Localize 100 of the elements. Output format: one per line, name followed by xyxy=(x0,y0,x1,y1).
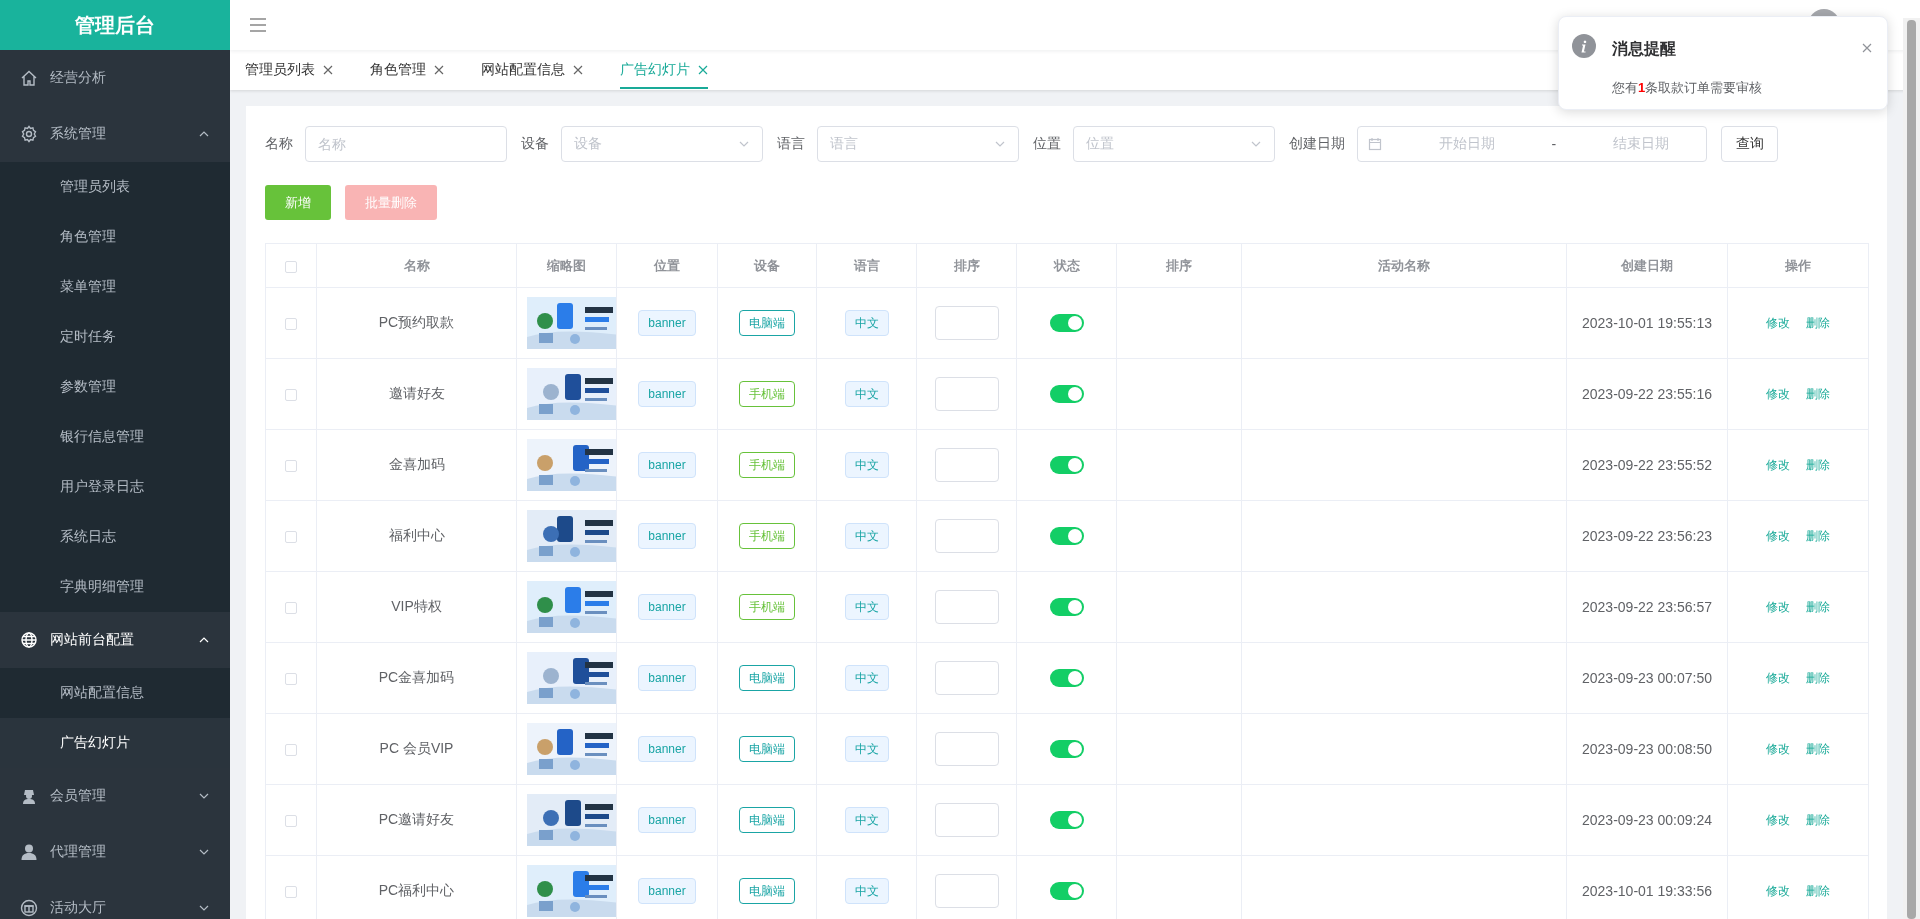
table-cell: 2023-09-22 23:56:57 xyxy=(1582,599,1712,615)
table-cell: PC金喜加码 xyxy=(378,669,455,685)
status-switch[interactable] xyxy=(1049,740,1084,759)
submenu-item[interactable]: 银行信息管理 xyxy=(0,412,230,462)
select-field[interactable]: 位置 xyxy=(1073,126,1275,162)
sort-input[interactable] xyxy=(934,732,999,766)
select-field[interactable]: 设备 xyxy=(561,126,763,162)
edit-link[interactable]: 修改 xyxy=(1766,742,1790,756)
delete-link[interactable]: 删除 xyxy=(1806,813,1830,827)
menu-item[interactable]: 代理管理 xyxy=(0,824,230,880)
submenu-item[interactable]: 角色管理 xyxy=(0,212,230,262)
sort-input[interactable] xyxy=(934,448,999,482)
submenu-item[interactable]: 网站配置信息 xyxy=(0,668,230,718)
submenu-item[interactable]: 用户登录日志 xyxy=(0,462,230,512)
submenu-item[interactable]: 广告幻灯片 xyxy=(0,718,230,768)
tab[interactable]: 角色管理 xyxy=(355,50,466,90)
edit-link[interactable]: 修改 xyxy=(1766,671,1790,685)
delete-link[interactable]: 删除 xyxy=(1806,884,1830,898)
edit-link[interactable]: 修改 xyxy=(1766,458,1790,472)
delete-link[interactable]: 删除 xyxy=(1806,529,1830,543)
edit-link[interactable]: 修改 xyxy=(1766,813,1790,827)
device-tag: 手机端 xyxy=(739,594,795,620)
add-button[interactable]: 新增 xyxy=(265,185,331,220)
checkbox[interactable] xyxy=(285,260,297,273)
table-cell: PC福利中心 xyxy=(378,882,455,898)
table-cell: 2023-10-01 19:33:56 xyxy=(1582,883,1712,899)
tab[interactable]: 管理员列表 xyxy=(230,50,355,90)
tab[interactable]: 网站配置信息 xyxy=(466,50,605,90)
menu-item[interactable]: 活动大厅 xyxy=(0,880,230,919)
close-icon[interactable] xyxy=(573,65,583,75)
menu-item[interactable]: 系统管理 xyxy=(0,106,230,162)
delete-link[interactable]: 删除 xyxy=(1806,316,1830,330)
position-tag: banner xyxy=(638,665,696,691)
checkbox[interactable] xyxy=(285,602,297,615)
status-switch[interactable] xyxy=(1049,385,1084,404)
checkbox[interactable] xyxy=(285,886,297,899)
submenu-item[interactable]: 管理员列表 xyxy=(0,162,230,212)
globe-icon xyxy=(20,631,38,649)
select-field[interactable]: 语言 xyxy=(817,126,1019,162)
table-cell: 2023-10-01 19:55:13 xyxy=(1582,315,1712,331)
sort-input[interactable] xyxy=(934,519,999,553)
close-icon[interactable] xyxy=(323,65,333,75)
date-range-field[interactable]: 开始日期 - 结束日期 xyxy=(1357,126,1707,162)
close-icon[interactable] xyxy=(434,65,444,75)
status-switch[interactable] xyxy=(1049,669,1084,688)
submenu-item[interactable]: 菜单管理 xyxy=(0,262,230,312)
status-switch[interactable] xyxy=(1049,811,1084,830)
name-field[interactable]: 名称 xyxy=(305,126,507,162)
menu-item[interactable]: 网站前台配置 xyxy=(0,612,230,668)
field-label: 语言 xyxy=(777,135,805,153)
status-switch[interactable] xyxy=(1049,527,1084,546)
edit-link[interactable]: 修改 xyxy=(1766,387,1790,401)
scrollbar[interactable] xyxy=(1903,18,1920,919)
submenu-item[interactable]: 系统日志 xyxy=(0,512,230,562)
checkbox[interactable] xyxy=(285,389,297,402)
checkbox[interactable] xyxy=(285,815,297,828)
field-label: 创建日期 xyxy=(1289,135,1345,153)
menu-icon[interactable] xyxy=(250,18,266,32)
language-tag: 中文 xyxy=(844,807,889,833)
device-tag: 手机端 xyxy=(739,523,795,549)
sort-input[interactable] xyxy=(934,661,999,695)
delete-link[interactable]: 删除 xyxy=(1806,387,1830,401)
edit-link[interactable]: 修改 xyxy=(1766,316,1790,330)
delete-link[interactable]: 删除 xyxy=(1806,671,1830,685)
sort-input[interactable] xyxy=(934,306,999,340)
sort-input[interactable] xyxy=(934,803,999,837)
checkbox[interactable] xyxy=(285,318,297,331)
tab[interactable]: 广告幻灯片 xyxy=(605,50,730,90)
submenu-item[interactable]: 字典明细管理 xyxy=(0,562,230,612)
delete-link[interactable]: 删除 xyxy=(1806,742,1830,756)
status-switch[interactable] xyxy=(1049,598,1084,617)
close-icon[interactable] xyxy=(698,65,708,75)
status-switch[interactable] xyxy=(1049,314,1084,333)
edit-link[interactable]: 修改 xyxy=(1766,600,1790,614)
status-switch[interactable] xyxy=(1049,882,1084,901)
menu-item[interactable]: 经营分析 xyxy=(0,50,230,106)
table-cell: 2023-09-22 23:55:16 xyxy=(1582,386,1712,402)
sort-input[interactable] xyxy=(934,874,999,908)
position-tag: banner xyxy=(638,381,696,407)
language-tag: 中文 xyxy=(844,878,889,904)
checkbox[interactable] xyxy=(285,460,297,473)
submenu-item[interactable]: 定时任务 xyxy=(0,312,230,362)
field-label: 设备 xyxy=(521,135,549,153)
table-cell: PC 会员VIP xyxy=(379,740,454,756)
edit-link[interactable]: 修改 xyxy=(1766,529,1790,543)
sort-input[interactable] xyxy=(934,590,999,624)
sort-input[interactable] xyxy=(934,377,999,411)
checkbox[interactable] xyxy=(285,673,297,686)
close-icon[interactable] xyxy=(1862,43,1872,53)
edit-link[interactable]: 修改 xyxy=(1766,884,1790,898)
submenu-item[interactable]: 参数管理 xyxy=(0,362,230,412)
menu-item[interactable]: 会员管理 xyxy=(0,768,230,824)
delete-link[interactable]: 删除 xyxy=(1806,458,1830,472)
device-tag: 电脑端 xyxy=(739,310,795,336)
checkbox[interactable] xyxy=(285,744,297,757)
query-button[interactable]: 查询 xyxy=(1721,126,1778,162)
delete-link[interactable]: 删除 xyxy=(1806,600,1830,614)
position-tag: banner xyxy=(638,736,696,762)
checkbox[interactable] xyxy=(285,531,297,544)
status-switch[interactable] xyxy=(1049,456,1084,475)
